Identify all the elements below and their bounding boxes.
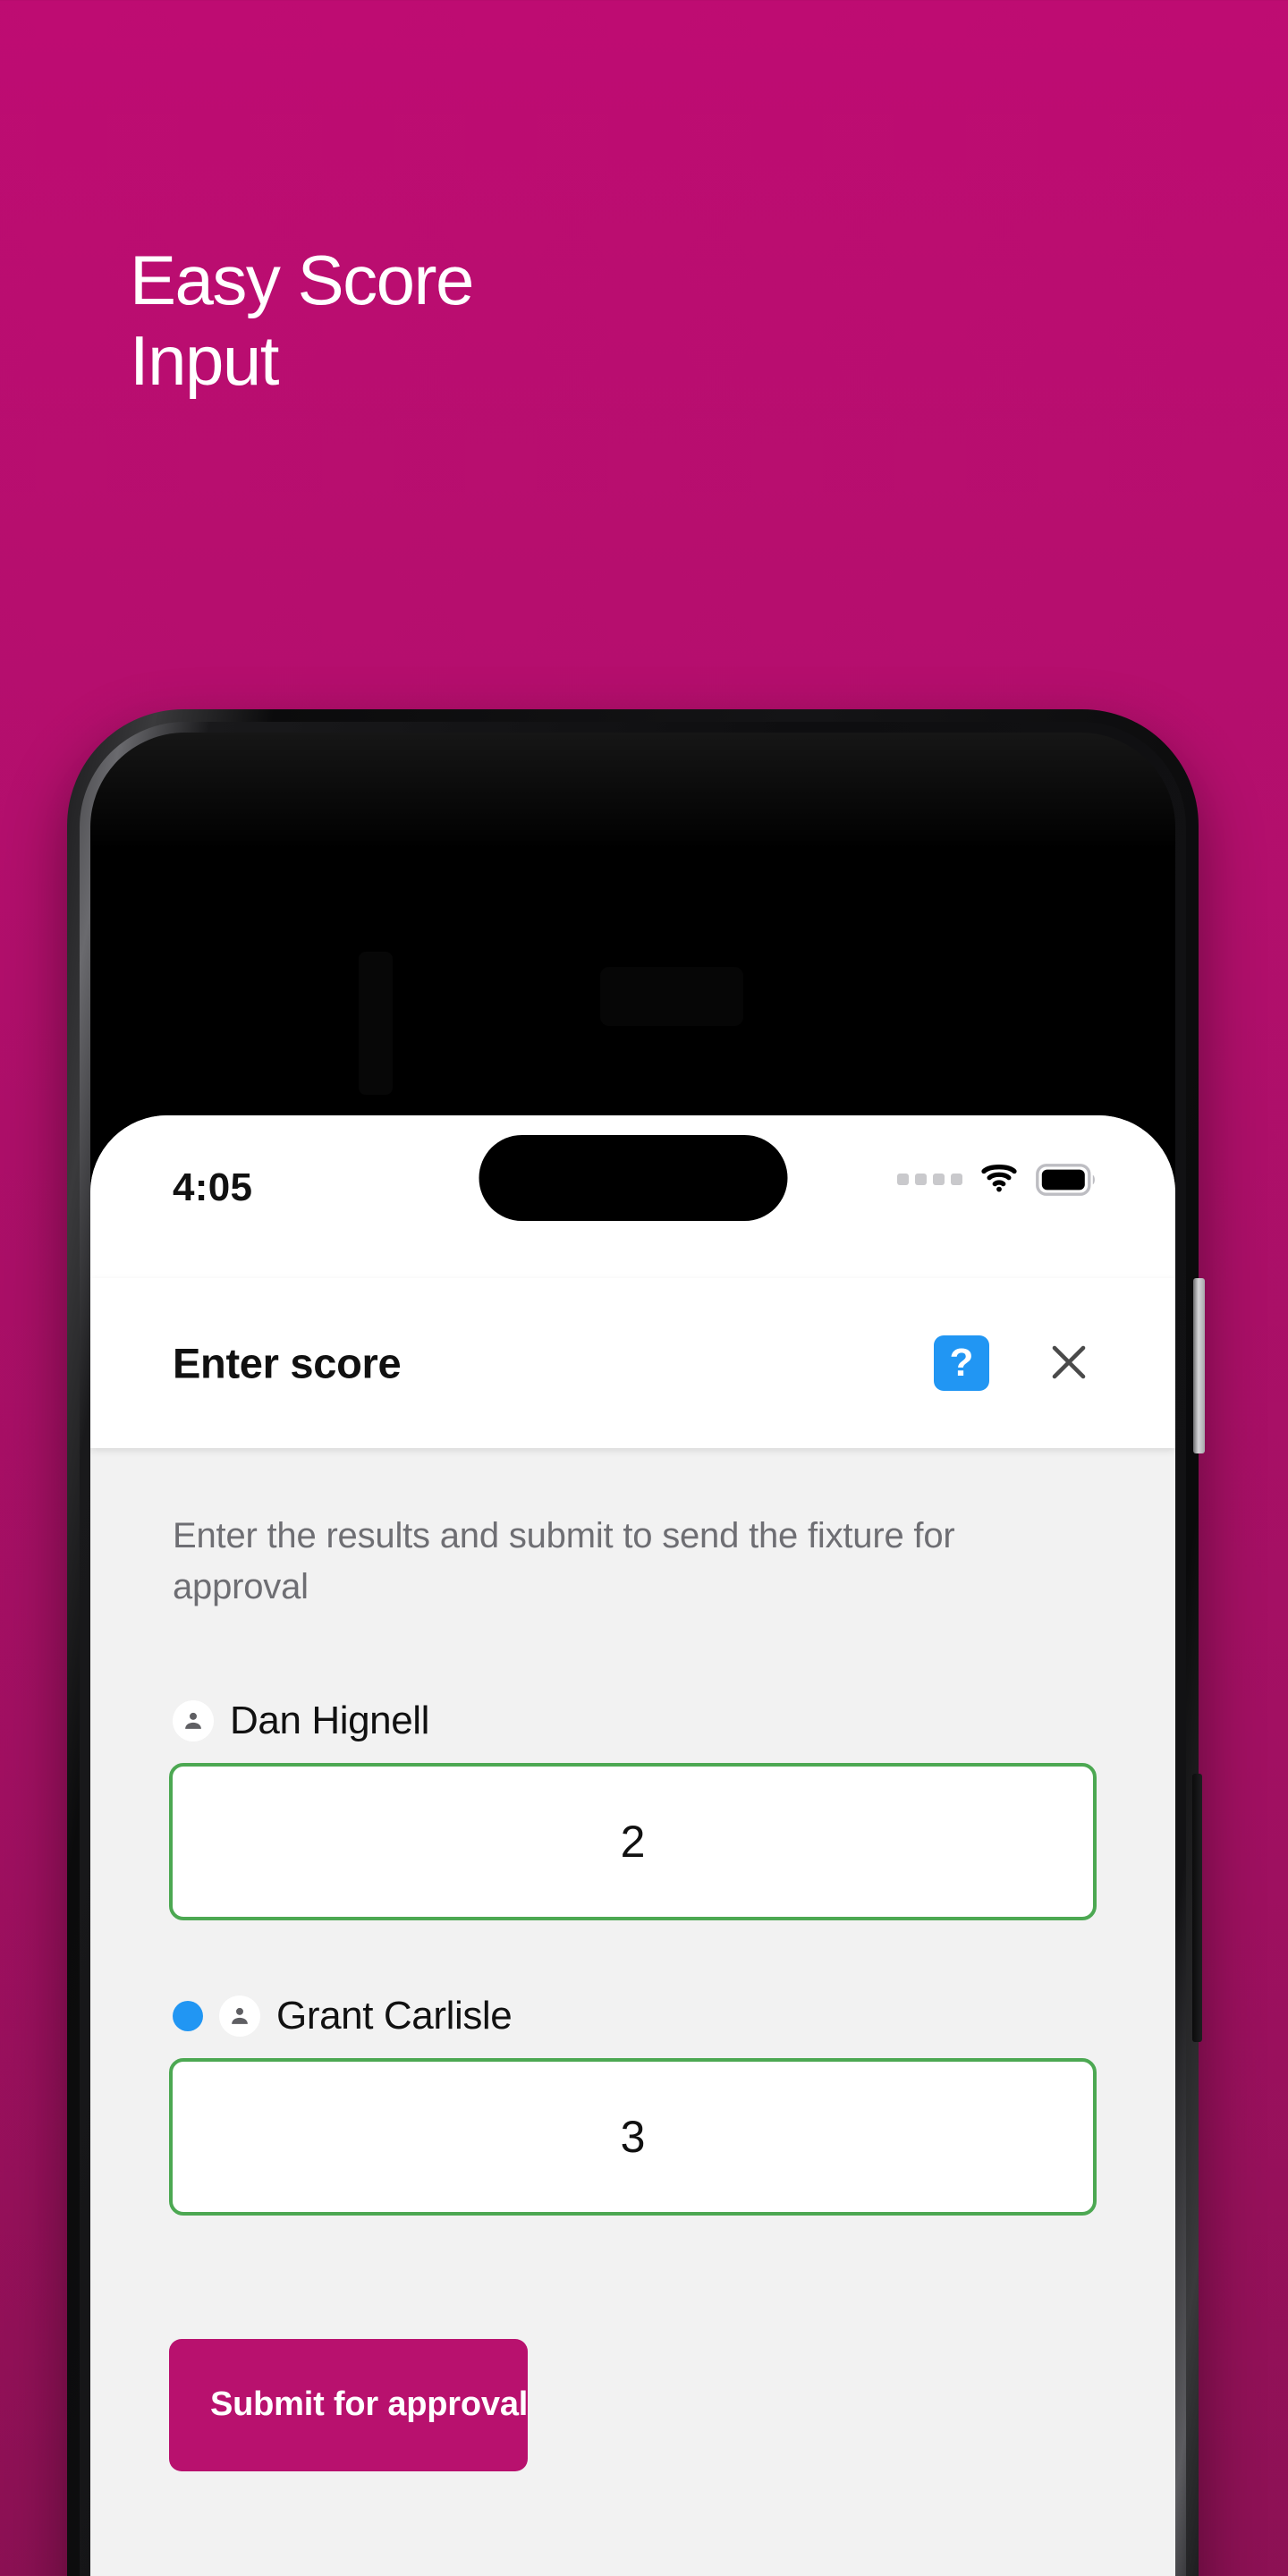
app-header: Enter score ? [90,1278,1175,1448]
player-row-2: Grant Carlisle [173,1994,1093,2038]
score-input-player-1[interactable]: 2 [169,1762,1097,1920]
app-body: Enter the results and submit to send the… [90,1448,1175,2576]
close-button[interactable] [1041,1335,1097,1391]
person-avatar-icon [173,1699,214,1741]
submit-for-approval-button[interactable]: Submit for approval [169,2338,528,2471]
status-bar: 4:05 [90,1115,1175,1278]
person-avatar-icon [219,1995,260,2037]
help-question-icon: ? [949,1341,974,1385]
header-actions: ? [934,1335,1097,1391]
player-row-1: Dan Hignell [173,1699,1093,1743]
player-block-2: Grant Carlisle 3 [90,1994,1175,2216]
cellular-dots-icon [897,1174,962,1185]
dynamic-island [479,1135,787,1221]
score-input-player-2[interactable]: 3 [169,2057,1097,2216]
earpiece-speaker [600,967,743,1026]
front-camera-sensor [359,952,393,1095]
battery-full-icon [1036,1163,1097,1196]
glass-reflection [90,733,1175,849]
side-button-lower[interactable] [1192,1774,1202,2042]
player-name: Dan Hignell [230,1698,430,1742]
page-title: Enter score [173,1339,402,1387]
player-block-1: Dan Hignell 2 [90,1699,1175,1920]
phone-glass: 4:05 Enter score ? Enter the results and… [90,733,1175,2576]
power-button[interactable] [1193,1278,1205,1453]
promo-headline: Easy Score Input [130,241,474,401]
status-bar-indicators [897,1162,1097,1197]
turn-indicator-dot [173,2000,203,2031]
enter-game-scores-label: Enter game scores [191,2572,1175,2576]
phone-screen: 4:05 Enter score ? Enter the results and… [90,1115,1175,2576]
instructions-text: Enter the results and submit to send the… [173,1516,955,1606]
phone-device-mockup: 4:05 Enter score ? Enter the results and… [67,709,1205,2576]
close-x-icon [1046,1339,1092,1388]
wifi-icon [980,1162,1018,1197]
player-name: Grant Carlisle [276,1993,513,2038]
status-bar-time: 4:05 [173,1165,253,1209]
help-button[interactable]: ? [934,1335,989,1391]
